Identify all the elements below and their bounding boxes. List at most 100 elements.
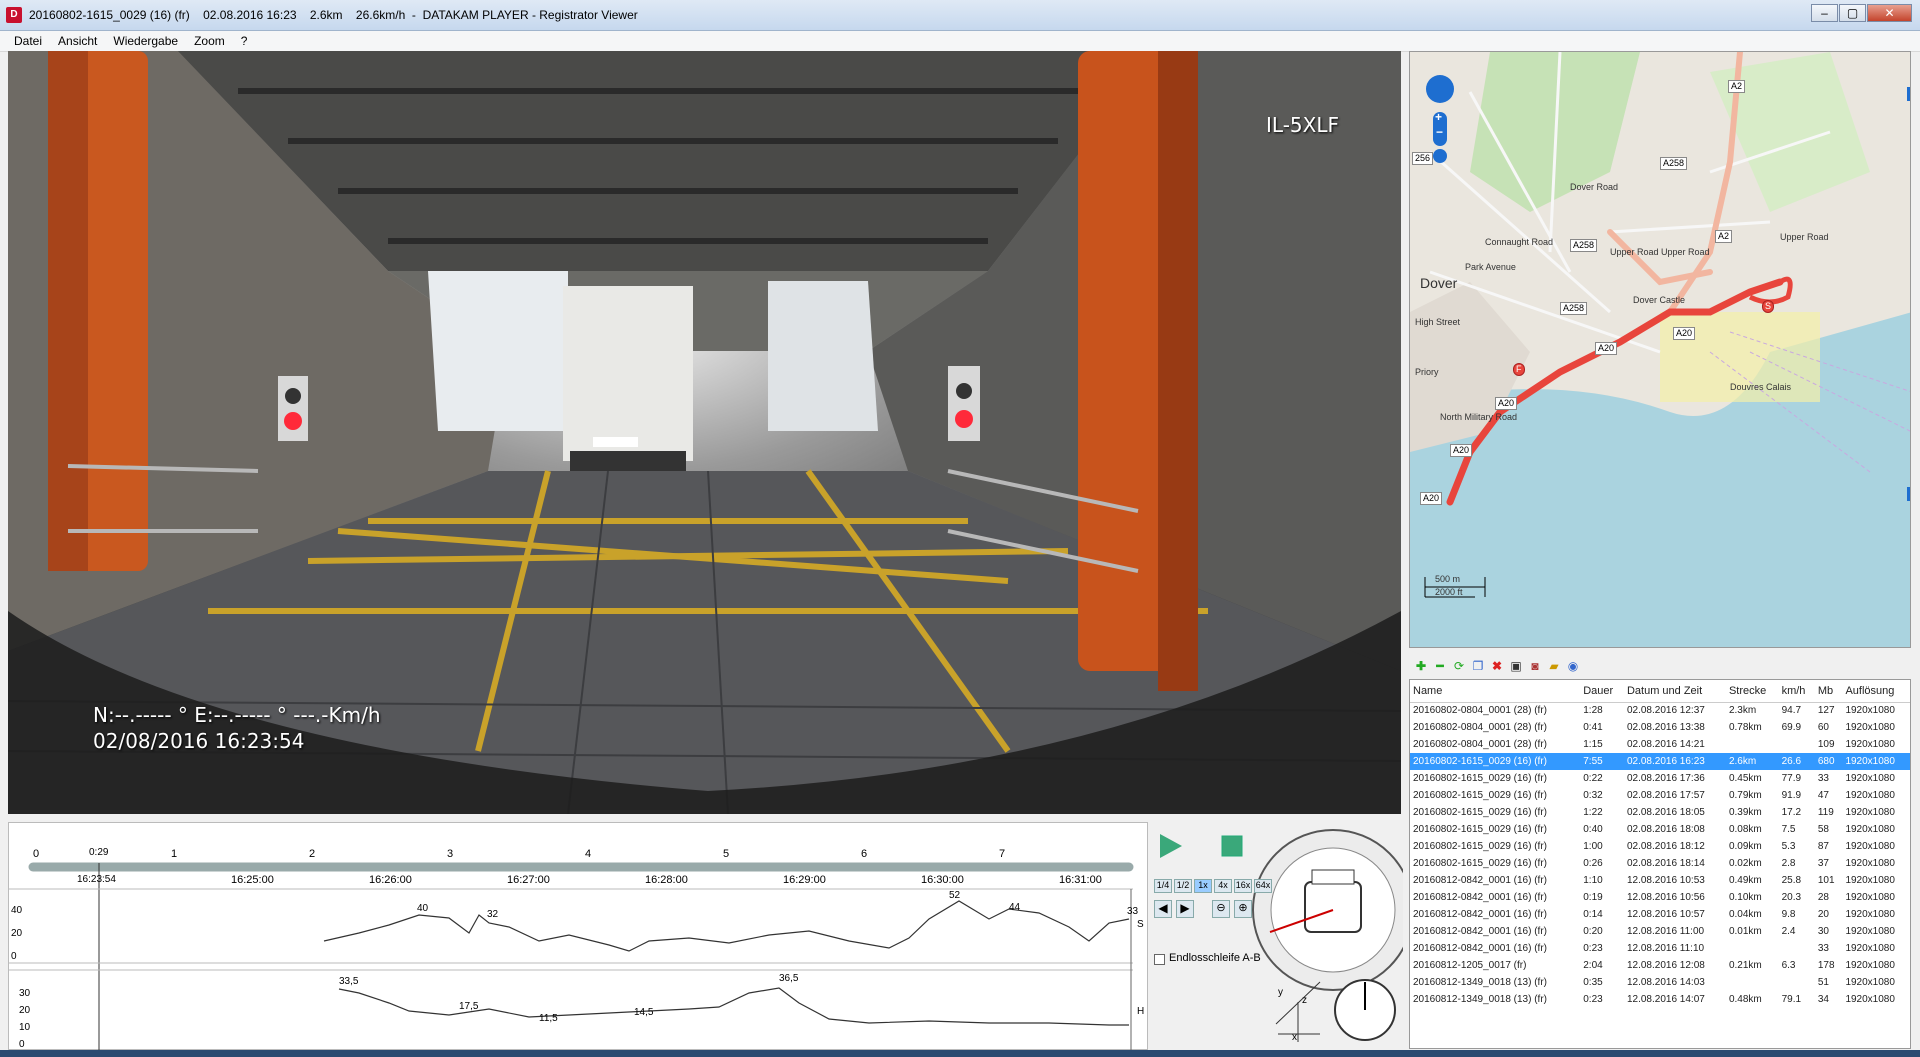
file-cell: 1:10: [1583, 875, 1603, 886]
info-icon[interactable]: ◉: [1565, 659, 1581, 673]
video-view[interactable]: IL-5XLF N:--.----- ° E:--.----- ° ---.-K…: [8, 51, 1401, 814]
speed-half[interactable]: 1/2: [1174, 879, 1192, 893]
column-header[interactable]: km/h: [1778, 680, 1815, 703]
file-cell: 0:14: [1583, 909, 1603, 920]
file-row[interactable]: 20160802-1615_0029 (16) (fr) 0:26 02.08.20…: [1410, 855, 1910, 872]
file-row[interactable]: 20160802-1615_0029 (16) (fr) 0:40 02.08.20…: [1410, 821, 1910, 838]
file-row[interactable]: 20160812-0842_0001 (16) (fr) 0:14 12.08.20…: [1410, 906, 1910, 923]
height-value-label: 11,5: [539, 1013, 558, 1024]
minute-tick: 7: [999, 848, 1006, 860]
timeline-panel[interactable]: 0 1 2 3 4 5 6 7 16:25:00 16:26:00 16:27:00 16:28:00…: [8, 822, 1148, 1051]
maximize-button[interactable]: ▢: [1839, 4, 1866, 22]
map-view[interactable]: + − Dover Dover Castle High Street Prior…: [1409, 51, 1911, 648]
save-icon[interactable]: ▣: [1508, 659, 1524, 673]
file-row[interactable]: 20160802-1615_0029 (16) (fr) 0:32 02.08.20…: [1410, 787, 1910, 804]
column-header[interactable]: Name: [1410, 680, 1581, 703]
menu-help[interactable]: ?: [233, 34, 256, 48]
file-cell: 30: [1817, 926, 1829, 937]
file-cell: 127: [1817, 705, 1835, 717]
file-row[interactable]: 20160802-1615_0029 (16) (fr) 1:00 02.08.20…: [1410, 838, 1910, 855]
file-cell: 1920x1080: [1845, 994, 1895, 1005]
height-value-label: 36,5: [779, 973, 799, 984]
speed-4x[interactable]: 4x: [1214, 879, 1232, 893]
file-row[interactable]: 20160802-1615_0029 (16) (fr) 7:55 02.08.20…: [1410, 753, 1910, 770]
delete-icon[interactable]: ✖: [1489, 659, 1505, 673]
refresh-icon[interactable]: ⟳: [1451, 659, 1467, 673]
file-row[interactable]: 20160812-0842_0001 (16) (fr) 0:23 12.08.20…: [1410, 940, 1910, 957]
file-row[interactable]: 20160812-0842_0001 (16) (fr) 0:20 12.08.20…: [1410, 923, 1910, 940]
file-cell: 20160812-0842_0001 (16) (fr): [1413, 875, 1547, 886]
zoom-out-button[interactable]: ⊖: [1212, 900, 1230, 918]
finish-marker[interactable]: F: [1513, 363, 1525, 376]
file-cell: 0.09km: [1728, 841, 1762, 852]
file-row[interactable]: 20160802-0804_0001 (28) (fr) 0:41 02.08.20…: [1410, 719, 1910, 736]
file-row[interactable]: 20160802-0804_0001 (28) (fr) 1:15 02.08.20…: [1410, 736, 1910, 753]
map-label-castle: Dover Castle: [1633, 295, 1686, 305]
file-cell: 109: [1817, 739, 1835, 750]
close-button[interactable]: ✕: [1867, 4, 1912, 22]
file-cell: [1779, 974, 1815, 991]
file-cell: 02.08.2016 12:37: [1626, 705, 1705, 717]
scale-feet: 2000 ft: [1435, 587, 1463, 597]
column-header[interactable]: Datum und Zeit: [1623, 680, 1726, 703]
map-label-upper-road: Upper Road: [1780, 232, 1829, 242]
column-header[interactable]: Mb: [1814, 680, 1843, 703]
scale-meters: 500 m: [1435, 574, 1461, 584]
loop-checkbox[interactable]: [1154, 954, 1165, 965]
time-tick: 16:27:00: [507, 874, 550, 886]
speed-16x[interactable]: 16x: [1234, 879, 1252, 893]
road-a258-3: A258: [1560, 302, 1588, 315]
zoom-in-button[interactable]: ⊕: [1234, 900, 1252, 918]
file-cell: 1920x1080: [1845, 858, 1895, 869]
file-row[interactable]: 20160812-0842_0001 (16) (fr) 0:19 12.08.20…: [1410, 889, 1910, 906]
copy-icon[interactable]: ❐: [1470, 659, 1486, 673]
file-cell: 20160802-1615_0029 (16) (fr): [1413, 841, 1547, 852]
speed-64x[interactable]: 64x: [1254, 879, 1272, 893]
file-cell: 79.1: [1781, 994, 1802, 1005]
map-zoom-out[interactable]: −: [1436, 125, 1443, 139]
file-cell: 02.08.2016 13:38: [1626, 722, 1705, 733]
speed-quarter[interactable]: 1/4: [1154, 879, 1172, 893]
start-marker[interactable]: S: [1762, 300, 1775, 313]
file-cell: 0.78km: [1728, 722, 1762, 733]
file-cell: 20160812-1349_0018 (13) (fr): [1413, 977, 1547, 988]
prev-frame-button[interactable]: ◀: [1154, 900, 1172, 918]
file-row[interactable]: 20160802-0804_0001 (28) (fr) 1:28 02.08.20…: [1410, 702, 1910, 719]
speed-value-label: 44: [1009, 902, 1021, 913]
map-label-high-street: High Street: [1415, 317, 1461, 327]
column-header[interactable]: Strecke: [1725, 680, 1779, 703]
height-axis-label: 0: [19, 1039, 25, 1050]
map-zoom-in[interactable]: +: [1435, 110, 1442, 124]
file-row[interactable]: 20160802-1615_0029 (16) (fr) 1:22 02.08.20…: [1410, 804, 1910, 821]
file-cell: 0:40: [1583, 824, 1603, 835]
file-list[interactable]: Name Dauer Datum und Zeit Strecke km/h Mb Aufl…: [1409, 679, 1911, 1049]
file-cell: 17.2: [1781, 807, 1802, 818]
map-label-park: Park Avenue: [1465, 262, 1516, 272]
minimize-button[interactable]: –: [1811, 4, 1838, 22]
file-row[interactable]: 20160812-0842_0001 (16) (fr) 1:10 12.08.20…: [1410, 872, 1910, 889]
file-row[interactable]: 20160812-1205_0017 (fr) 2:04 12.08.2016 12…: [1410, 957, 1910, 974]
next-frame-button[interactable]: ▶: [1176, 900, 1194, 918]
file-row[interactable]: 20160812-1349_0018 (13) (fr) 0:23 12.08.20…: [1410, 991, 1910, 1008]
menu-ansicht[interactable]: Ansicht: [50, 34, 105, 48]
road-a20-5: A20: [1420, 492, 1443, 505]
file-cell: 20160812-0842_0001 (16) (fr): [1413, 926, 1547, 937]
file-row[interactable]: 20160802-1615_0029 (16) (fr) 0:22 02.08.20…: [1410, 770, 1910, 787]
speed-normal[interactable]: 1x: [1194, 879, 1212, 893]
minute-tick: 1: [171, 848, 178, 860]
column-header[interactable]: Auflösung: [1842, 680, 1910, 703]
file-cell: 87: [1817, 841, 1829, 852]
camera-icon[interactable]: ◙: [1527, 659, 1543, 673]
remove-icon[interactable]: ━: [1432, 659, 1448, 673]
file-cell: 20.3: [1781, 892, 1802, 903]
column-header[interactable]: Dauer: [1580, 680, 1624, 703]
folder-icon[interactable]: ▰: [1546, 659, 1562, 673]
file-cell: 02.08.2016 18:05: [1626, 807, 1705, 818]
menu-zoom[interactable]: Zoom: [186, 34, 233, 48]
file-row[interactable]: 20160812-1349_0018 (13) (fr) 0:35 12.08.20…: [1410, 974, 1910, 991]
menu-datei[interactable]: Datei: [6, 34, 50, 48]
file-cell: 0.39km: [1728, 807, 1762, 818]
menu-wiedergabe[interactable]: Wiedergabe: [105, 34, 186, 48]
file-cell: 12.08.2016 10:57: [1626, 909, 1705, 920]
add-icon[interactable]: ✚: [1413, 659, 1429, 673]
